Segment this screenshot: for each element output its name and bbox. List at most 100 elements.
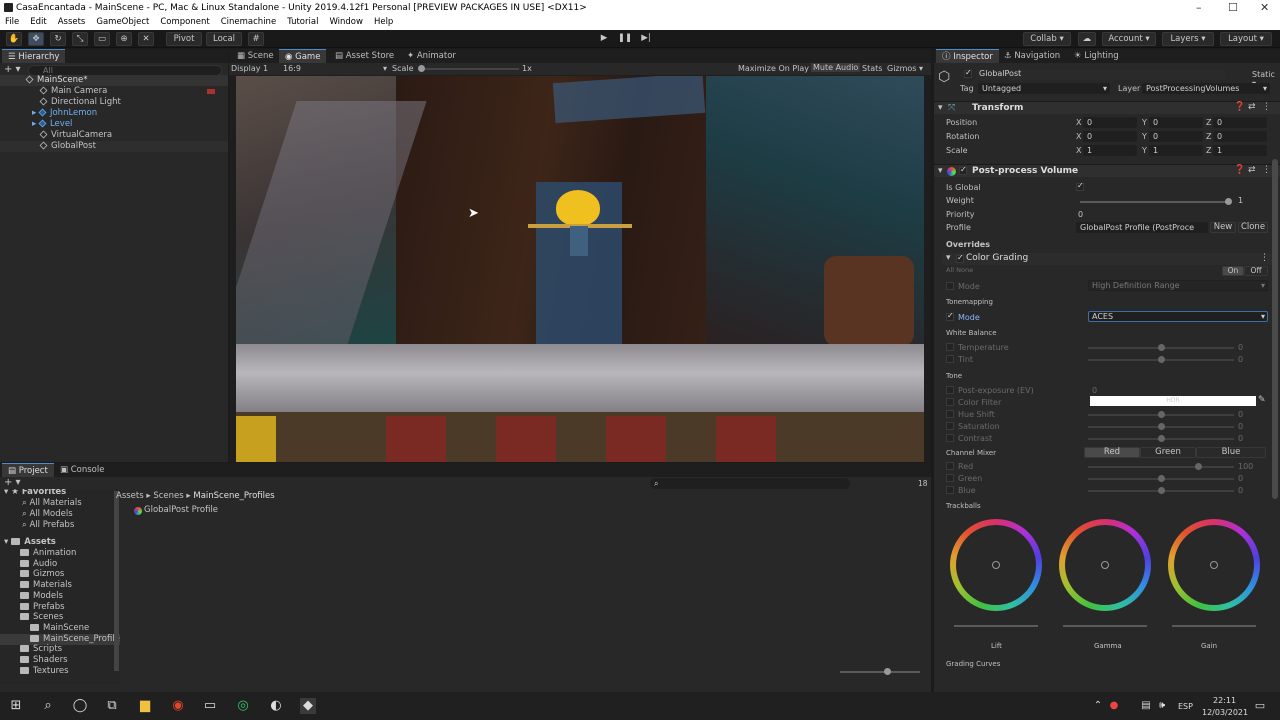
weight-slider[interactable]: [1080, 201, 1230, 203]
tab-inspector[interactable]: ⓘ Inspector: [936, 49, 999, 63]
tab-hierarchy[interactable]: ☰ Hierarchy: [2, 49, 66, 63]
hierarchy-item[interactable]: Directional Light: [39, 97, 121, 108]
folder-item[interactable]: Gizmos: [0, 569, 120, 580]
gain-wheel-handle[interactable]: [1210, 561, 1218, 569]
maximize-on-play-toggle[interactable]: Maximize On Play: [738, 64, 809, 73]
contrast-value[interactable]: 0: [1238, 434, 1243, 443]
folder-item[interactable]: Models: [0, 591, 120, 602]
breadcrumb-profiles[interactable]: MainScene_Profiles: [193, 491, 274, 501]
move-tool-button[interactable]: ✥: [28, 32, 44, 46]
temperature-slider-knob[interactable]: [1158, 344, 1165, 351]
play-button[interactable]: ▶: [596, 32, 612, 46]
eyedropper-icon[interactable]: ✎: [1258, 395, 1266, 405]
blue-slider-knob[interactable]: [1158, 487, 1165, 494]
color-grading-header[interactable]: ▾ Color Grading ⋮: [942, 253, 1272, 265]
maximize-icon[interactable]: ☐: [1228, 1, 1238, 14]
assets-header[interactable]: ▾ Assets: [4, 537, 56, 548]
red-override-checkbox[interactable]: [946, 462, 954, 470]
close-icon[interactable]: ✕: [1260, 1, 1269, 14]
channel-red-button[interactable]: Red: [1084, 447, 1140, 458]
hierarchy-item[interactable]: VirtualCamera: [39, 130, 112, 141]
help-icon[interactable]: ❓: [1234, 102, 1245, 112]
cloud-icon[interactable]: ☁: [1078, 32, 1096, 46]
priority-value[interactable]: 0: [1078, 210, 1083, 219]
tab-navigation[interactable]: ⚓ Navigation: [998, 49, 1066, 63]
lift-wheel[interactable]: [950, 519, 1042, 611]
icon-size-slider-knob[interactable]: [884, 668, 891, 675]
favorite-item[interactable]: ⌕ All Prefabs: [22, 520, 74, 531]
cortana-icon[interactable]: ◯: [72, 698, 88, 714]
hierarchy-item[interactable]: Main Camera: [39, 86, 107, 97]
contrast-override-checkbox[interactable]: [946, 434, 954, 442]
weight-value[interactable]: 1: [1238, 196, 1243, 205]
folder-item[interactable]: Audio: [0, 559, 120, 570]
channel-green-button[interactable]: Green: [1140, 447, 1196, 458]
menu-gameobject[interactable]: GameObject: [96, 17, 149, 27]
transform-x-field[interactable]: 0: [1083, 117, 1137, 128]
tint-value[interactable]: 0: [1238, 355, 1243, 364]
green-value[interactable]: 0: [1238, 474, 1243, 483]
menu-edit[interactable]: Edit: [30, 17, 46, 27]
scale-slider-knob[interactable]: [418, 65, 425, 72]
hierarchy-scene-row[interactable]: MainScene*: [0, 75, 228, 86]
tab-scene[interactable]: ▦ Scene: [231, 49, 280, 63]
breadcrumb-assets[interactable]: Assets: [116, 491, 144, 501]
hierarchy-item-selected[interactable]: GlobalPost: [0, 141, 228, 152]
display-dropdown[interactable]: Display 1: [231, 64, 268, 73]
hierarchy-item[interactable]: ▸ JohnLemon: [32, 108, 97, 119]
hue-shift-value[interactable]: 0: [1238, 410, 1243, 419]
gamma-wheel-handle[interactable]: [1101, 561, 1109, 569]
contrast-slider-knob[interactable]: [1158, 435, 1165, 442]
tab-game[interactable]: ◉ Game: [279, 49, 327, 63]
favorites-header[interactable]: ▾ ★ Favorites: [4, 489, 66, 498]
channel-blue-button[interactable]: Blue: [1196, 447, 1266, 458]
hue-shift-slider-knob[interactable]: [1158, 411, 1165, 418]
inspector-scrollbar[interactable]: [1272, 159, 1278, 499]
on-button[interactable]: On: [1222, 266, 1244, 276]
collab-button[interactable]: Collab ▾: [1023, 32, 1071, 46]
folder-item[interactable]: Textures: [0, 666, 120, 677]
red-slider[interactable]: [1088, 466, 1234, 468]
tray-app-icon[interactable]: ●: [1106, 698, 1122, 714]
rect-tool-button[interactable]: ▭: [94, 32, 110, 46]
task-view-icon[interactable]: ⧉: [104, 698, 120, 714]
favorite-item[interactable]: ⌕ All Models: [22, 509, 73, 520]
scale-slider[interactable]: [419, 68, 519, 70]
tab-lighting[interactable]: ☀ Lighting: [1068, 49, 1125, 63]
transform-tool-button[interactable]: ⊕: [116, 32, 132, 46]
weight-slider-knob[interactable]: [1225, 198, 1232, 205]
folder-item[interactable]: Scripts: [0, 644, 120, 655]
layer-dropdown[interactable]: PostProcessingVolumes ▾: [1142, 83, 1270, 94]
menu-dots-icon[interactable]: ⋮: [1262, 102, 1271, 112]
green-override-checkbox[interactable]: [946, 474, 954, 482]
gamma-slider[interactable]: [1063, 625, 1147, 627]
preset-icon[interactable]: ⇄: [1248, 102, 1256, 112]
tree-scrollbar[interactable]: [114, 491, 119, 671]
menu-window[interactable]: Window: [329, 17, 363, 27]
whatsapp-icon[interactable]: ◎: [235, 698, 251, 714]
object-name-field[interactable]: GlobalPost: [976, 69, 1226, 80]
saturation-override-checkbox[interactable]: [946, 422, 954, 430]
pivot-button[interactable]: Pivot: [166, 32, 202, 46]
volume-icon[interactable]: 🕪: [1154, 698, 1170, 714]
blue-value[interactable]: 0: [1238, 486, 1243, 495]
menu-help[interactable]: Help: [374, 17, 393, 27]
menu-cinemachine[interactable]: Cinemachine: [221, 17, 276, 27]
folder-item[interactable]: Scenes: [0, 612, 120, 623]
tag-dropdown[interactable]: Untagged ▾: [978, 83, 1110, 94]
file-explorer-icon[interactable]: ▆: [137, 698, 153, 714]
add-button[interactable]: + ▾: [4, 64, 21, 75]
folder-item[interactable]: Prefabs: [0, 602, 120, 613]
step-button[interactable]: ▶|: [638, 32, 654, 46]
active-checkbox[interactable]: [964, 68, 972, 78]
color-filter-swatch[interactable]: HDR: [1090, 396, 1256, 406]
saturation-value[interactable]: 0: [1238, 422, 1243, 431]
menu-assets[interactable]: Assets: [58, 17, 86, 27]
custom-tool-button[interactable]: ✕: [138, 32, 154, 46]
terminal-icon[interactable]: ▭: [202, 698, 218, 714]
layout-button[interactable]: Layout ▾: [1220, 32, 1272, 46]
tab-console[interactable]: ▣ Console: [54, 463, 110, 477]
transform-header[interactable]: ▾ ⤧ Transform ❓ ⇄ ⋮: [934, 101, 1280, 114]
tray-chevron-icon[interactable]: ⌃: [1090, 698, 1106, 714]
off-button[interactable]: Off: [1244, 266, 1268, 276]
